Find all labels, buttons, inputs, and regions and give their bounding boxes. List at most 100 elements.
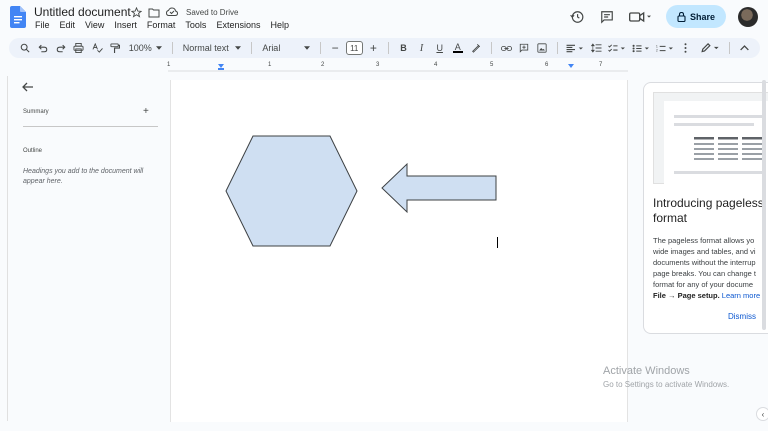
comments-icon[interactable] xyxy=(598,8,616,26)
meet-video-icon[interactable] xyxy=(628,8,654,26)
toolbar-divider xyxy=(728,42,730,54)
svg-text:1: 1 xyxy=(656,44,658,48)
menu-view[interactable]: View xyxy=(85,20,104,30)
header-actions: Share xyxy=(568,5,758,28)
title-bar: Untitled document Saved to Drive File Ed… xyxy=(0,0,768,36)
drawing-shapes xyxy=(225,135,497,247)
share-button[interactable]: Share xyxy=(666,5,726,28)
line-spacing-icon[interactable] xyxy=(589,40,604,56)
ruler-number: 1 xyxy=(167,62,171,68)
bold-icon[interactable]: B xyxy=(396,40,411,56)
toolbar-divider xyxy=(319,42,321,54)
ruler-number: 3 xyxy=(376,62,380,68)
paint-format-icon[interactable] xyxy=(108,40,123,56)
font-value: Arial xyxy=(262,43,281,53)
back-arrow-icon[interactable] xyxy=(22,82,34,92)
text-cursor xyxy=(497,237,498,248)
toolbar-divider xyxy=(387,42,389,54)
insert-image-icon[interactable] xyxy=(535,40,550,56)
pageless-preview-image xyxy=(653,92,768,185)
increase-font-size-icon[interactable]: + xyxy=(366,40,381,56)
horizontal-ruler[interactable]: 1 1 2 3 4 5 6 7 xyxy=(167,62,628,72)
menu-help[interactable]: Help xyxy=(270,20,289,30)
cloud-saved-icon[interactable] xyxy=(166,6,178,18)
vertical-ruler[interactable] xyxy=(0,76,8,421)
more-options-icon[interactable] xyxy=(678,40,693,56)
chevron-down-icon xyxy=(303,46,310,50)
menu-tools[interactable]: Tools xyxy=(185,20,206,30)
text-color-icon[interactable]: A xyxy=(450,40,465,56)
avatar[interactable] xyxy=(738,6,758,27)
insert-comment-icon[interactable] xyxy=(517,40,532,56)
numbered-list-icon[interactable]: 12 xyxy=(654,40,675,56)
menu-file[interactable]: File xyxy=(35,20,50,30)
bulleted-list-icon[interactable] xyxy=(631,40,652,56)
document-page[interactable] xyxy=(170,80,628,422)
dismiss-button[interactable]: Dismiss xyxy=(728,312,756,321)
formatting-toolbar: 100% Normal text Arial − 11 + B I U A 12 xyxy=(9,38,760,58)
toolbar-divider xyxy=(171,42,173,54)
menu-edit[interactable]: Edit xyxy=(60,20,76,30)
menu-format[interactable]: Format xyxy=(147,20,176,30)
print-icon[interactable] xyxy=(71,40,86,56)
watermark-subtitle: Go to Settings to activate Windows. xyxy=(603,380,730,389)
font-size-input[interactable]: 11 xyxy=(345,41,363,55)
decrease-font-size-icon[interactable]: − xyxy=(328,40,343,56)
toolbar-divider xyxy=(251,42,253,54)
underline-icon[interactable]: U xyxy=(432,40,447,56)
left-arrow-shape[interactable] xyxy=(381,162,497,214)
menu-insert[interactable]: Insert xyxy=(114,20,137,30)
font-select[interactable]: Arial xyxy=(259,43,312,53)
saved-status: Saved to Drive xyxy=(186,7,239,17)
toolbar-divider xyxy=(490,42,492,54)
promo-line: page breaks. You can change t xyxy=(653,269,757,278)
promo-line: documents without the interrup xyxy=(653,258,756,267)
search-menus-icon[interactable] xyxy=(17,40,32,56)
title-icons: Saved to Drive xyxy=(130,6,238,18)
learn-more-link[interactable]: Learn more xyxy=(722,291,760,300)
document-title[interactable]: Untitled document xyxy=(34,5,131,19)
lock-icon xyxy=(677,11,686,22)
spellcheck-icon[interactable] xyxy=(90,40,105,56)
move-folder-icon[interactable] xyxy=(148,6,160,18)
highlight-color-icon[interactable] xyxy=(468,40,483,56)
outline-hint: Headings you add to the document will ap… xyxy=(23,168,144,185)
menu-extensions[interactable]: Extensions xyxy=(216,20,260,30)
undo-icon[interactable] xyxy=(35,40,50,56)
docs-logo-icon[interactable] xyxy=(10,6,26,28)
side-panel-toggle-chevron-icon[interactable]: ‹ xyxy=(756,407,768,421)
activate-windows-watermark: Activate Windows Go to Settings to activ… xyxy=(603,365,729,389)
ruler-ticks xyxy=(168,64,628,72)
ruler-number: 7 xyxy=(599,62,603,68)
history-icon[interactable] xyxy=(568,8,586,26)
align-icon[interactable] xyxy=(565,40,586,56)
outline-label: Outline xyxy=(23,148,43,154)
pageless-format-card: Introducing pageless format The pageless… xyxy=(643,82,768,334)
add-summary-icon[interactable]: + xyxy=(143,106,149,117)
chevron-down-icon xyxy=(235,46,242,50)
promo-line: wide images and tables, and vi xyxy=(653,247,756,256)
sidebar-divider xyxy=(23,126,158,127)
vertical-scrollbar[interactable] xyxy=(762,80,766,330)
menu-bar: File Edit View Insert Format Tools Exten… xyxy=(35,20,289,30)
insert-link-icon[interactable] xyxy=(498,40,513,56)
italic-icon[interactable]: I xyxy=(414,40,429,56)
summary-label: Summary xyxy=(23,109,49,115)
promo-title: Introducing pageless format xyxy=(653,196,764,225)
hide-menus-chevron-up-icon[interactable] xyxy=(737,40,752,56)
hexagon-shape[interactable] xyxy=(225,135,358,247)
toolbar-divider xyxy=(556,42,558,54)
paragraph-style-select[interactable]: Normal text xyxy=(180,43,245,53)
editing-mode-icon[interactable] xyxy=(699,40,722,56)
style-value: Normal text xyxy=(182,43,229,53)
zoom-select[interactable]: 100% xyxy=(126,43,165,53)
google-docs-window: Untitled document Saved to Drive File Ed… xyxy=(0,0,768,431)
checklist-icon[interactable] xyxy=(607,40,628,56)
page-setup-path: File → Page setup. xyxy=(653,291,720,300)
redo-icon[interactable] xyxy=(53,40,68,56)
watermark-title: Activate Windows xyxy=(603,365,690,377)
promo-line: The pageless format allows yo xyxy=(653,236,755,245)
star-icon[interactable] xyxy=(130,6,142,18)
ruler-number: 6 xyxy=(545,62,549,68)
svg-text:2: 2 xyxy=(656,48,658,52)
